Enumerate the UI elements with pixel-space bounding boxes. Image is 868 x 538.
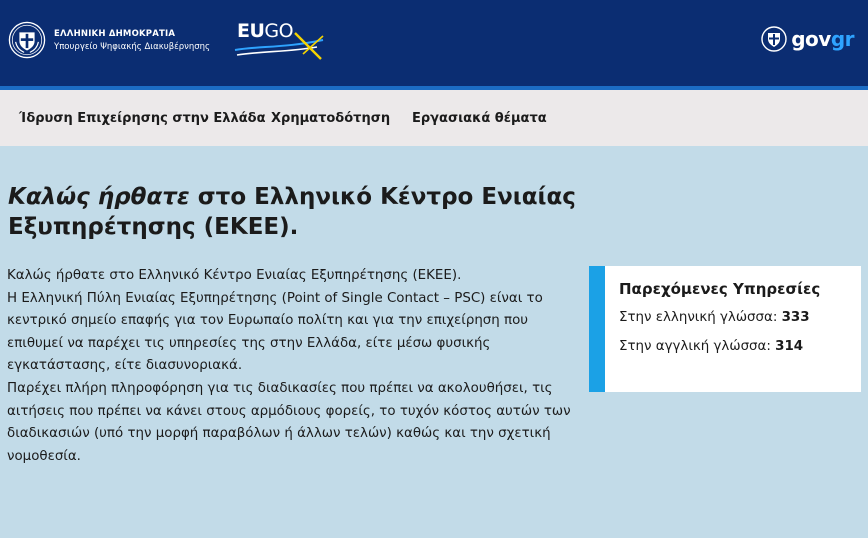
services-english-count: 314: [775, 339, 804, 354]
eugo-logo[interactable]: EUGO: [233, 18, 325, 62]
intro-text: Καλώς ήρθατε στο Ελληνικό Κέντρο Ενιαίας…: [7, 265, 577, 468]
nav-item-labour-issues[interactable]: Εργασιακά θέματα: [412, 111, 547, 126]
services-greek-count: 333: [781, 310, 810, 325]
page-title-emphasis: Καλώς ήρθατε: [8, 184, 190, 210]
intro-paragraph-1: Καλώς ήρθατε στο Ελληνικό Κέντρο Ενιαίας…: [7, 268, 462, 283]
eugo-wordmark: EUGO: [237, 20, 294, 42]
govgr-logo[interactable]: govgr: [761, 26, 855, 52]
services-english-row: Στην αγγλική γλώσσα: 314: [619, 339, 861, 354]
nav-item-funding[interactable]: Χρηματοδότηση: [271, 111, 390, 126]
services-english-label: Στην αγγλική γλώσσα:: [619, 339, 776, 354]
services-card: Παρεχόμενες Υπηρεσίες Στην ελληνική γλώσ…: [589, 266, 861, 392]
services-greek-label: Στην ελληνική γλώσσα:: [619, 310, 782, 325]
site-header: ΕΛΛΗΝΙΚΗ ΔΗΜΟΚΡΑΤΙΑ Υπουργείο Ψηφιακής Δ…: [0, 0, 868, 86]
intro-paragraph-3: Παρέχει πλήρη πληροφόρηση για τις διαδικ…: [7, 380, 571, 464]
ministry-title: ΕΛΛΗΝΙΚΗ ΔΗΜΟΚΡΑΤΙΑ: [54, 28, 176, 39]
ministry-text: ΕΛΛΗΝΙΚΗ ΔΗΜΟΚΡΑΤΙΑ Υπουργείο Ψηφιακής Δ…: [54, 29, 210, 52]
govgr-wordmark-gr: gr: [830, 27, 855, 51]
eugo-wordmark-eu: EU: [237, 20, 265, 42]
page-title: Καλώς ήρθατε στο Ελληνικό Κέντρο Ενιαίας…: [8, 182, 598, 242]
services-greek-row: Στην ελληνική γλώσσα: 333: [619, 310, 861, 325]
eugo-wordmark-go: GO: [264, 20, 294, 42]
ministry-logo[interactable]: ΕΛΛΗΝΙΚΗ ΔΗΜΟΚΡΑΤΙΑ Υπουργείο Ψηφιακής Δ…: [8, 20, 210, 60]
govgr-wordmark: govgr: [791, 27, 854, 51]
main-nav: Ίδρυση Επιχείρησης στην Ελλάδα Χρηματοδό…: [0, 90, 868, 146]
govgr-wordmark-gov: gov: [791, 27, 831, 51]
intro-paragraph-2: Η Ελληνική Πύλη Ενιαίας Εξυπηρέτησης (Po…: [7, 290, 543, 374]
greek-emblem-icon: [8, 21, 46, 59]
services-title: Παρεχόμενες Υπηρεσίες: [619, 280, 821, 298]
govgr-emblem-icon: [761, 26, 787, 52]
nav-item-business-setup[interactable]: Ίδρυση Επιχείρησης στην Ελλάδα: [19, 111, 266, 126]
ministry-subtitle: Υπουργείο Ψηφιακής Διακυβέρνησης: [54, 41, 211, 52]
